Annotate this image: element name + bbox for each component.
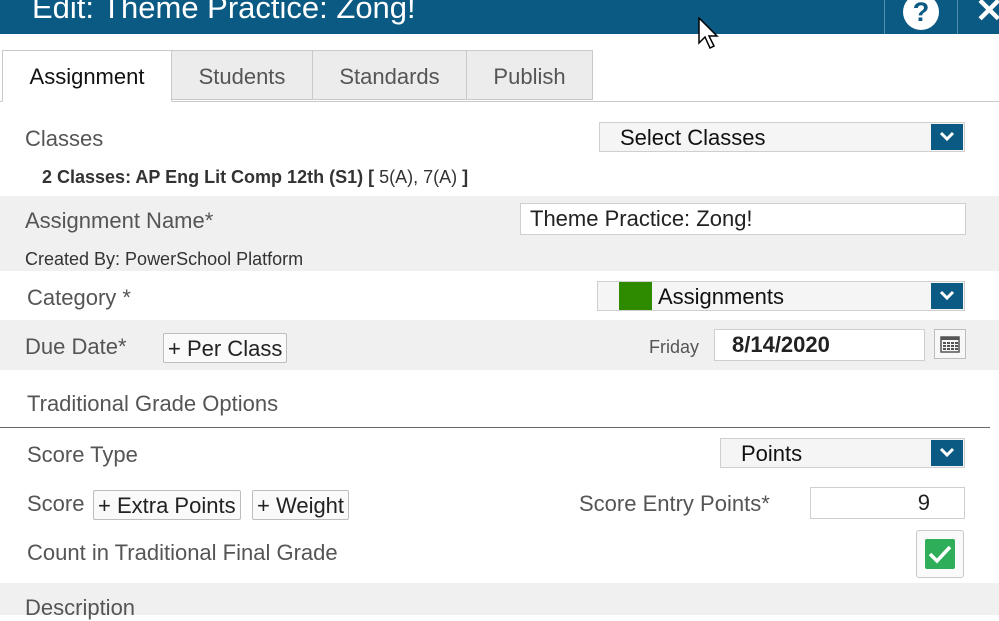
category-dropdown[interactable]: Assignments: [597, 281, 965, 311]
due-date-input[interactable]: 8/14/2020: [714, 329, 925, 361]
count-final-grade-checkbox[interactable]: [916, 530, 964, 578]
tab-publish[interactable]: Publish: [466, 50, 593, 100]
chevron-down-icon[interactable]: [931, 283, 963, 309]
description-row: [0, 583, 999, 615]
tab-bar: Assignment Students Standards Publish: [0, 50, 999, 102]
title-bar-separator: [884, 0, 885, 34]
classes-label: Classes: [25, 126, 104, 151]
extra-points-button[interactable]: + Extra Points: [93, 490, 241, 520]
score-entry-points-label: Score Entry Points*: [579, 491, 770, 516]
classes-summary-bracket-close: ]: [462, 167, 469, 187]
category-color-swatch: [619, 282, 652, 310]
weight-button[interactable]: + Weight: [252, 490, 350, 520]
created-by-text: Created By: PowerSchool Platform: [25, 249, 304, 269]
assignment-name-input[interactable]: Theme Practice: Zong!: [520, 203, 966, 235]
dialog-title-bar: Edit: Theme Practice: Zong! ? ✕: [0, 0, 999, 34]
score-type-label: Score Type: [27, 442, 138, 467]
select-classes-label: Select Classes: [620, 125, 766, 150]
classes-summary-bracket-open: [: [368, 167, 375, 187]
per-class-button[interactable]: + Per Class: [163, 333, 288, 363]
score-label: Score: [27, 491, 85, 516]
description-label: Description: [25, 595, 136, 620]
count-final-grade-label: Count in Traditional Final Grade: [27, 540, 338, 565]
classes-summary: 2 Classes: AP Eng Lit Comp 12th (S1) [ 5…: [42, 167, 468, 188]
calendar-icon[interactable]: [934, 329, 966, 359]
close-icon[interactable]: ✕: [975, 0, 999, 31]
score-type-value: Points: [741, 441, 803, 466]
due-date-day: Friday: [649, 337, 700, 357]
classes-summary-name: 2 Classes: AP Eng Lit Comp 12th (S1): [42, 167, 364, 187]
classes-summary-sections: 5(A), 7(A): [379, 167, 458, 187]
tab-standards[interactable]: Standards: [312, 50, 467, 100]
help-icon[interactable]: ?: [903, 0, 939, 30]
grade-options-heading: Traditional Grade Options: [27, 391, 279, 416]
checkmark-icon: [925, 539, 955, 569]
title-bar-separator: [957, 0, 958, 34]
dialog-title: Edit: Theme Practice: Zong!: [32, 0, 416, 25]
section-divider: [0, 427, 990, 428]
tab-students[interactable]: Students: [171, 50, 313, 100]
mouse-cursor-icon: [698, 17, 719, 50]
score-entry-points-input[interactable]: 9: [810, 487, 965, 519]
chevron-down-icon[interactable]: [931, 124, 963, 150]
assignment-name-label: Assignment Name*: [25, 208, 214, 233]
category-label: Category *: [27, 285, 131, 310]
category-value: Assignments: [658, 284, 784, 309]
score-type-dropdown[interactable]: Points: [720, 438, 965, 468]
chevron-down-icon[interactable]: [931, 440, 963, 466]
select-classes-dropdown[interactable]: Select Classes: [599, 122, 965, 152]
due-date-label: Due Date*: [25, 334, 127, 359]
tab-assignment[interactable]: Assignment: [2, 50, 172, 102]
